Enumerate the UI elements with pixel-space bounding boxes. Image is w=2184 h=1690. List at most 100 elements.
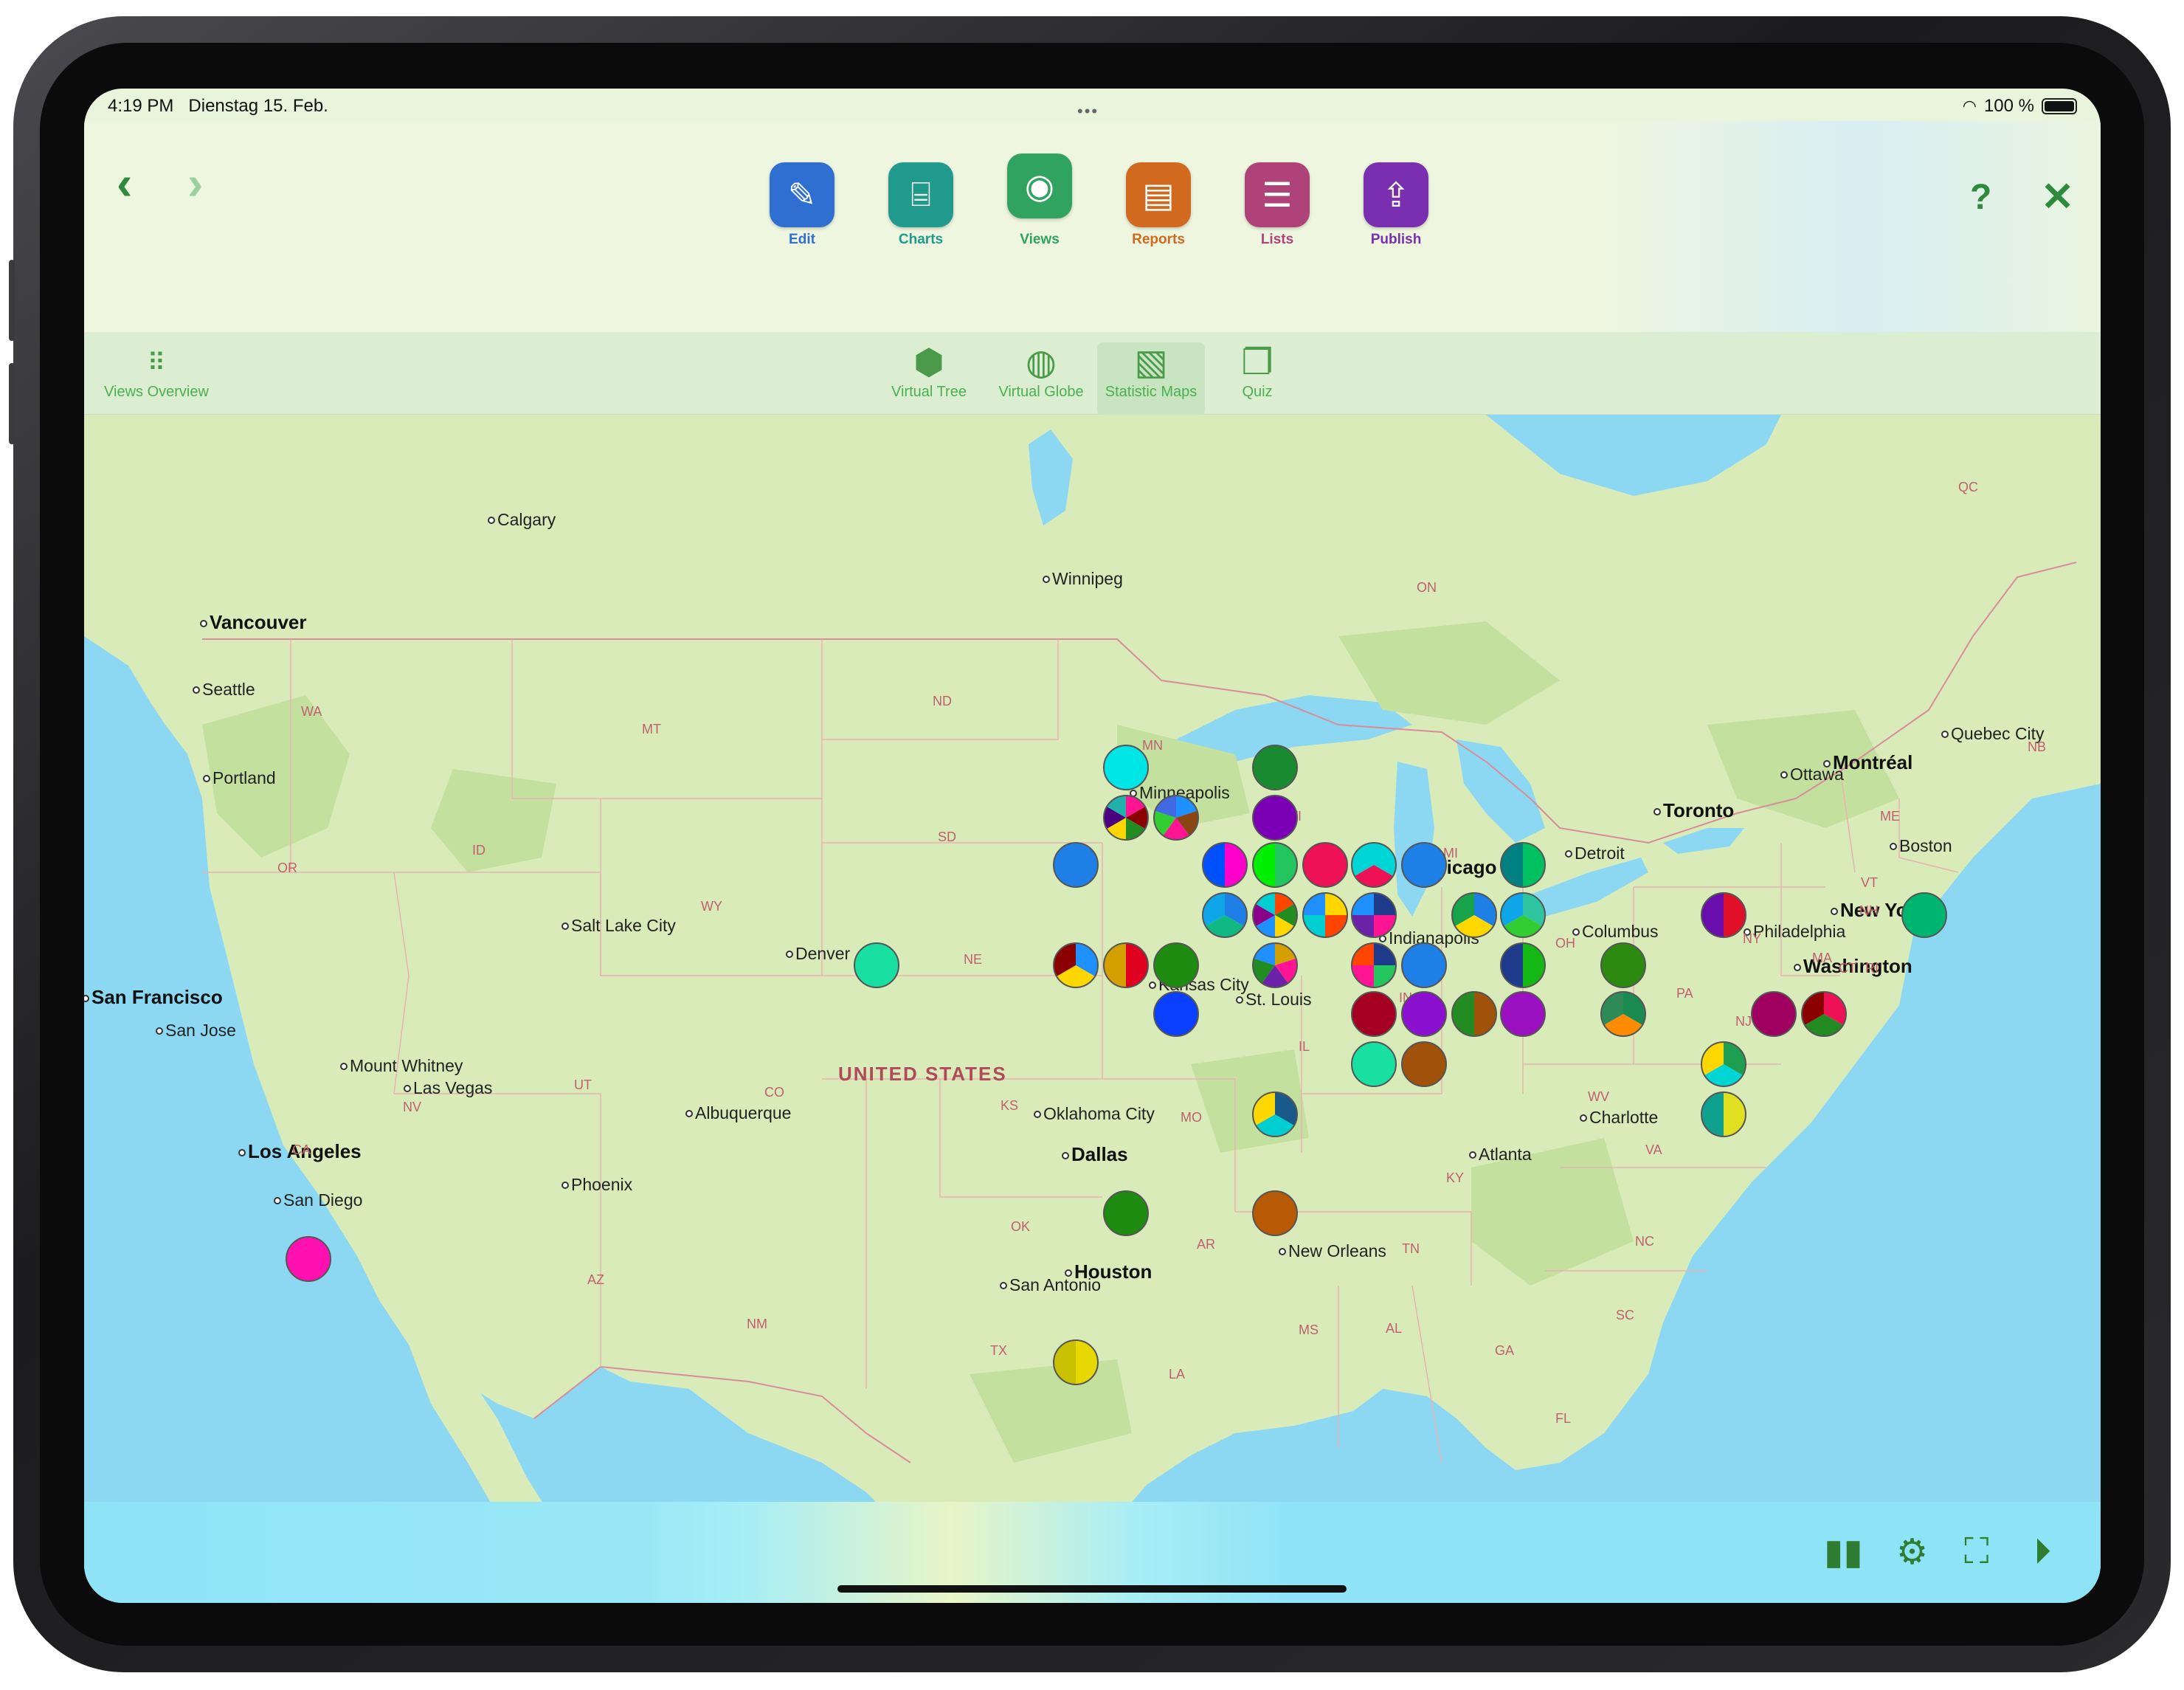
- pie-marker[interactable]: [1053, 842, 1099, 888]
- pie-marker[interactable]: [1252, 1190, 1298, 1236]
- tool-reports-label: Reports: [1132, 232, 1185, 247]
- grid-icon: ⠿: [147, 349, 166, 377]
- city-label: Winnipeg: [1052, 569, 1123, 588]
- screenshot-icon[interactable]: ⛶: [1964, 1531, 1989, 1573]
- forward-button[interactable]: ›: [187, 159, 203, 207]
- home-indicator[interactable]: [837, 1585, 1347, 1593]
- pie-marker[interactable]: [1252, 892, 1298, 938]
- pie-marker[interactable]: [854, 942, 899, 988]
- state-label: AR: [1197, 1237, 1215, 1252]
- views-overview-button[interactable]: ⠿ Views Overview: [97, 342, 215, 401]
- status-bar: 4:19 PM Dienstag 15. Feb. ••• ◠ 100 %: [84, 89, 2101, 121]
- pie-marker[interactable]: [1103, 795, 1149, 841]
- pie-marker[interactable]: [1401, 942, 1447, 988]
- city-dot: [156, 1027, 163, 1035]
- screen: 4:19 PM Dienstag 15. Feb. ••• ◠ 100 % ‹ …: [84, 89, 2101, 1603]
- pie-marker[interactable]: [1451, 991, 1497, 1037]
- state-label: IL: [1299, 1039, 1310, 1054]
- pie-marker[interactable]: [1401, 991, 1447, 1037]
- state-label: WA: [301, 704, 322, 719]
- report-icon: ▤: [1126, 162, 1191, 227]
- city-label: Calgary: [497, 510, 556, 529]
- pie-marker[interactable]: [1901, 892, 1947, 938]
- pie-marker[interactable]: [1153, 795, 1199, 841]
- pie-marker[interactable]: [1351, 991, 1397, 1037]
- pie-marker[interactable]: [1801, 991, 1847, 1037]
- city-dot: [200, 620, 207, 627]
- subtab-statistic-maps-label: Statistic Maps: [1105, 384, 1198, 400]
- pie-marker[interactable]: [1451, 892, 1497, 938]
- state-label: CO: [764, 1085, 784, 1100]
- pie-marker[interactable]: [1701, 1041, 1746, 1087]
- pie-marker[interactable]: [1252, 842, 1298, 888]
- pie-marker[interactable]: [1701, 1091, 1746, 1137]
- pie-marker[interactable]: [1351, 842, 1397, 888]
- back-button[interactable]: ‹: [117, 159, 132, 207]
- subtab-virtual-tree[interactable]: ⬢ Virtual Tree: [874, 342, 984, 401]
- pie-marker[interactable]: [1500, 842, 1546, 888]
- pie-marker[interactable]: [1600, 991, 1646, 1037]
- state-label: MT: [642, 722, 661, 737]
- city-dot: [1279, 1248, 1286, 1255]
- pie-marker[interactable]: [1302, 842, 1348, 888]
- pie-marker[interactable]: [1252, 745, 1298, 790]
- tool-views[interactable]: ◉ Views: [999, 154, 1080, 248]
- city-label: Detroit: [1575, 844, 1625, 863]
- pie-marker[interactable]: [1252, 942, 1298, 988]
- main-toolbar: ‹ › ✎ Edit ⌸ Charts ◉ Views ▤ Reports ☰ …: [84, 121, 2101, 332]
- chart-icon: ⌸: [888, 162, 953, 227]
- subtab-virtual-globe[interactable]: ◍ Virtual Globe: [986, 342, 1096, 401]
- pie-marker[interactable]: [1103, 745, 1149, 790]
- subtab-virtual-globe-label: Virtual Globe: [998, 384, 1084, 400]
- tool-lists-label: Lists: [1260, 232, 1294, 247]
- bar-chart-icon[interactable]: ▮▮: [1824, 1531, 1863, 1573]
- state-label: CA: [292, 1142, 311, 1157]
- pie-marker[interactable]: [1401, 842, 1447, 888]
- pie-marker[interactable]: [1701, 892, 1746, 938]
- city-label: New Orleans: [1288, 1241, 1386, 1260]
- pie-marker[interactable]: [1103, 1190, 1149, 1236]
- pie-marker[interactable]: [1600, 942, 1646, 988]
- multitask-dots[interactable]: •••: [1077, 102, 1099, 121]
- pie-marker[interactable]: [1252, 1091, 1298, 1137]
- pie-marker[interactable]: [1053, 942, 1099, 988]
- status-time-date: 4:19 PM Dienstag 15. Feb.: [108, 96, 328, 117]
- play-icon[interactable]: ⏵: [2033, 1531, 2051, 1573]
- city-label: Toronto: [1663, 799, 1734, 821]
- help-button[interactable]: ?: [1970, 180, 1991, 215]
- pie-marker[interactable]: [1103, 942, 1149, 988]
- subtab-quiz-label: Quiz: [1242, 384, 1273, 400]
- tool-publish[interactable]: ⇪ Publish: [1355, 162, 1437, 248]
- subtab-quiz[interactable]: ❐ Quiz: [1220, 342, 1294, 401]
- tool-charts[interactable]: ⌸ Charts: [880, 162, 961, 248]
- city-dot: [193, 686, 200, 694]
- pie-marker[interactable]: [286, 1236, 331, 1282]
- pie-marker[interactable]: [1351, 942, 1397, 988]
- pie-marker[interactable]: [1351, 1041, 1397, 1087]
- state-label: ND: [933, 694, 952, 708]
- gear-icon[interactable]: ⚙: [1896, 1531, 1928, 1573]
- pie-marker[interactable]: [1500, 942, 1546, 988]
- tool-edit[interactable]: ✎ Edit: [761, 162, 843, 248]
- city-dot: [786, 951, 793, 958]
- pie-marker[interactable]: [1500, 991, 1546, 1037]
- tool-lists[interactable]: ☰ Lists: [1237, 162, 1318, 248]
- pie-marker[interactable]: [1302, 892, 1348, 938]
- pie-marker[interactable]: [1202, 892, 1248, 938]
- pie-marker[interactable]: [1401, 1041, 1447, 1087]
- pie-marker[interactable]: [1153, 942, 1199, 988]
- pie-marker[interactable]: [1500, 892, 1546, 938]
- close-button[interactable]: ✕: [2041, 177, 2074, 217]
- statistic-map[interactable]: Calgary Winnipeg Vancouver Seattle Portland Q…: [84, 415, 2101, 1593]
- pie-marker[interactable]: [1202, 842, 1248, 888]
- globe-icon: ◍: [1026, 343, 1057, 382]
- subtab-statistic-maps[interactable]: ▧ Statistic Maps: [1097, 342, 1205, 416]
- pie-marker[interactable]: [1053, 1339, 1099, 1385]
- tool-reports[interactable]: ▤ Reports: [1118, 162, 1199, 248]
- pie-marker[interactable]: [1153, 991, 1199, 1037]
- pie-marker[interactable]: [1252, 795, 1298, 841]
- city-dot: [203, 775, 210, 782]
- volume-down-button: [9, 363, 15, 444]
- pie-marker[interactable]: [1751, 991, 1797, 1037]
- pie-marker[interactable]: [1351, 892, 1397, 938]
